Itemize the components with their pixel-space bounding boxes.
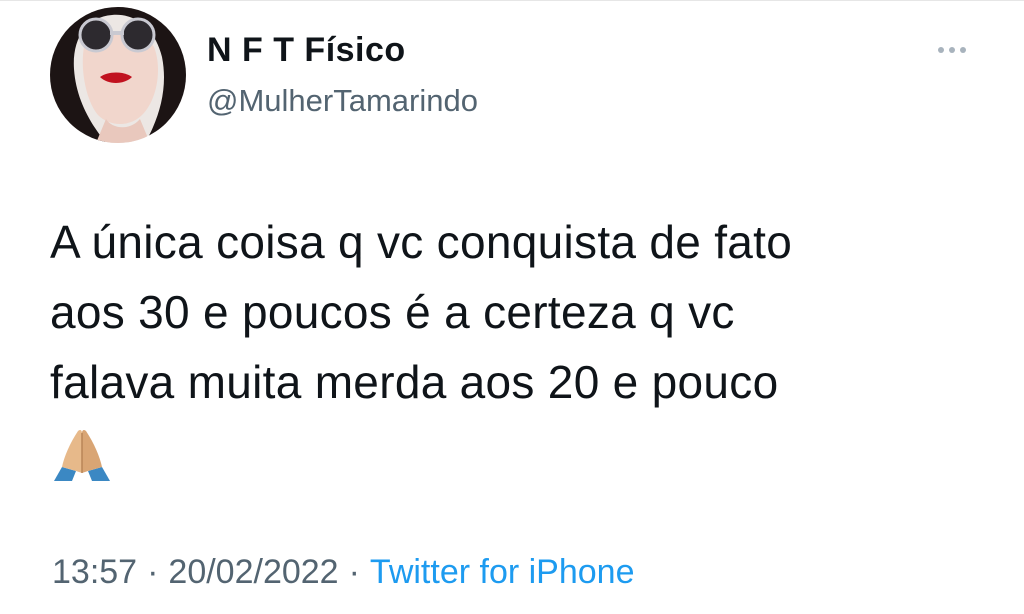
more-dot-icon: [960, 47, 966, 53]
tweet-card: N F T Físico @MulherTamarindo A única co…: [0, 0, 1024, 614]
tweet-text: A única coisa q vc conquista de fato aos…: [50, 216, 793, 408]
display-name[interactable]: N F T Físico: [207, 31, 406, 70]
user-handle[interactable]: @MulherTamarindo: [207, 83, 478, 119]
tweet-source-link[interactable]: Twitter for iPhone: [370, 553, 635, 591]
more-dot-icon: [949, 47, 955, 53]
tweet-meta: 13:57 · 20/02/2022 · Twitter for iPhone: [52, 553, 634, 592]
meta-separator: ·: [147, 553, 159, 591]
more-dot-icon: [938, 47, 944, 53]
meta-separator: ·: [348, 553, 360, 591]
more-options-button[interactable]: [926, 35, 978, 65]
tweet-date[interactable]: 20/02/2022: [168, 553, 338, 591]
tweet-time[interactable]: 13:57: [52, 553, 137, 591]
folded-hands-icon: [52, 427, 112, 483]
avatar-photo-icon: [50, 7, 186, 143]
avatar[interactable]: [50, 7, 186, 143]
